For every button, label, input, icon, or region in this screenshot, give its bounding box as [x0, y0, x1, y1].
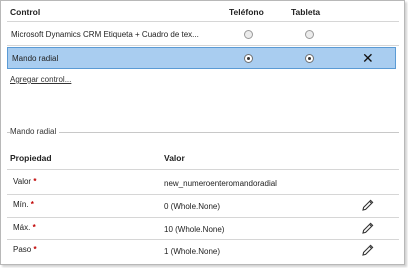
- property-value-min: 0 (Whole.None): [164, 202, 221, 211]
- row-divider: [7, 239, 399, 240]
- property-label-max: Máx. *: [13, 223, 36, 232]
- required-mark: *: [33, 245, 37, 254]
- row-divider: [7, 45, 399, 46]
- dialog-frame: Control Teléfono Tableta Microsoft Dynam…: [0, 0, 405, 265]
- section-divider: [7, 132, 399, 133]
- header-divider: [7, 21, 399, 22]
- property-value-valor: new_numeroenteromandoradial: [164, 179, 277, 188]
- section-title: Mando radial: [10, 127, 60, 136]
- control-row-label: Microsoft Dynamics CRM Etiqueta + Cuadro…: [11, 30, 199, 39]
- edit-pencil-icon[interactable]: [361, 221, 375, 235]
- column-header-phone: Teléfono: [229, 7, 264, 17]
- row-divider: [7, 217, 399, 218]
- edit-pencil-icon[interactable]: [361, 243, 375, 257]
- property-label-paso: Paso *: [13, 245, 37, 254]
- column-header-property: Propiedad: [10, 153, 52, 163]
- row-divider: [7, 194, 399, 195]
- property-value-max: 10 (Whole.None): [164, 225, 225, 234]
- edit-pencil-icon[interactable]: [361, 198, 375, 212]
- close-icon[interactable]: ✕: [362, 51, 374, 65]
- control-row[interactable]: Microsoft Dynamics CRM Etiqueta + Cuadro…: [7, 25, 396, 44]
- required-mark: *: [30, 200, 34, 209]
- tablet-radio-checked[interactable]: [305, 54, 314, 63]
- tablet-radio[interactable]: [305, 30, 314, 39]
- phone-radio-checked[interactable]: [244, 54, 253, 63]
- control-row-selected[interactable]: Mando radial ✕: [7, 47, 396, 69]
- add-control-link[interactable]: Agregar control...: [10, 75, 71, 84]
- column-header-control: Control: [10, 7, 41, 17]
- phone-radio[interactable]: [244, 30, 253, 39]
- column-header-value: Valor: [164, 153, 185, 163]
- required-mark: *: [32, 223, 36, 232]
- required-mark: *: [33, 177, 37, 186]
- property-value-paso: 1 (Whole.None): [164, 247, 221, 256]
- header-divider: [7, 169, 399, 170]
- property-label-valor: Valor *: [13, 177, 37, 186]
- control-row-label: Mando radial: [12, 54, 59, 63]
- property-label-min: Mín. *: [13, 200, 34, 209]
- column-header-tablet: Tableta: [291, 7, 321, 17]
